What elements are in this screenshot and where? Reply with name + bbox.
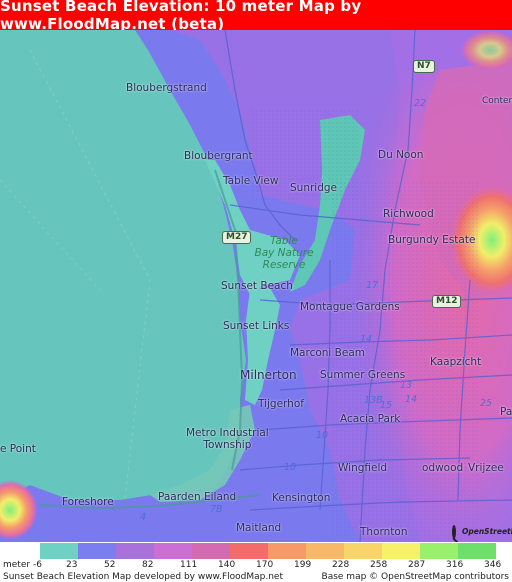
legend-value: 23 [66,560,78,570]
road-number: 14 [360,334,373,345]
place-label-paarden-eiland: Paarden Eiland [158,491,237,503]
road-number: 15 [380,400,393,411]
footer-credit: Sunset Beach Elevation Map developed by … [3,572,283,582]
legend-unit-label: meter -6 [3,560,42,570]
legend-value: 346 [484,560,502,570]
legend-swatch [40,543,78,559]
place-label-pa: Pa [500,406,512,418]
legend-value: 170 [256,560,274,570]
place-label-acacia-park: Acacia Park [340,413,401,425]
place-label-odwood: odwood [422,462,464,474]
road-number: 13 [400,380,413,391]
legend-labels: 23 52 82 111 140 170 199 228 258 287 316 346 [0,560,512,572]
legend-swatches [40,543,496,559]
road-shield-m12: M12 [432,295,462,308]
page-title: Sunset Beach Elevation: 10 meter Map by … [0,0,362,33]
place-label-summer-greens: Summer Greens [320,369,406,381]
legend-value: 199 [294,560,312,570]
legend-value: 111 [180,560,198,570]
place-label-sunset-links: Sunset Links [223,320,290,332]
legend-swatch [420,543,458,559]
legend-swatch [458,543,496,559]
place-label-table-view: Table View [223,175,279,187]
road-number: 17 [366,280,379,291]
legend-value: 228 [332,560,350,570]
place-label-sunset-beach: Sunset Beach [221,280,293,292]
place-label-kensington: Kensington [272,492,331,504]
road-number: 7B [210,504,223,515]
road-number: 14 [405,394,418,405]
place-label-montague-gardens: Montague Gardens [300,301,400,313]
legend-value: 258 [370,560,388,570]
legend-swatch [382,543,420,559]
road-shield-n7: N7 [413,60,435,73]
place-label-milnerton: Milnerton [240,368,297,382]
place-label-nature-reserve: Table Bay Nature Reserve [254,235,314,271]
place-label-kaapzicht: Kaapzicht [430,356,482,368]
legend-swatch [344,543,382,559]
place-label-bloubergrant: Bloubergrant [184,150,253,162]
place-label-metro-industrial: Metro Industrial Township [186,427,269,451]
legend-unit: meter [3,560,31,570]
elevation-legend: 23 52 82 111 140 170 199 228 258 287 316 346 meter … [0,542,512,582]
place-label-du-noon: Du Noon [378,149,424,161]
place-label-sunridge: Sunridge [290,182,337,194]
legend-value: 140 [218,560,236,570]
place-label-maitland: Maitland [236,522,282,534]
place-label-tijgerhof: Tijgerhof [258,398,304,410]
place-label-richwood: Richwood [383,208,434,220]
road-number: 10 [284,462,297,473]
place-label-vrijzee: Vrijzee [468,462,504,474]
footer-attribution: Base map © OpenStreetMap contributors [321,572,509,582]
place-label-bloubergstrand: Bloubergstrand [126,82,207,94]
place-label-marconi-beam: Marconi Beam [290,347,366,359]
legend-swatch [306,543,344,559]
legend-swatch [116,543,154,559]
legend-value: 52 [104,560,116,570]
road-number: 4 [140,512,147,523]
road-number: 10 [316,430,329,441]
legend-value: 316 [446,560,464,570]
place-label-mouille-point: e Point [0,443,36,455]
legend-start-value: -6 [32,560,42,570]
road-number: 25 [480,398,493,409]
legend-swatch [78,543,116,559]
legend-swatch [192,543,230,559]
legend-value: 287 [408,560,426,570]
place-label-thornton: Thornton [360,526,408,538]
place-label-foreshore: Foreshore [62,496,114,508]
place-label-burgundy-estate: Burgundy Estate [388,234,476,246]
legend-swatch [230,543,268,559]
place-label-wingfield: Wingfield [338,462,388,474]
road-number: 22 [414,98,427,109]
legend-value: 82 [142,560,154,570]
place-label-conterma: Conterma [482,96,512,106]
osm-attribution-logo: OpenStreetMap [452,521,512,542]
legend-swatch [268,543,306,559]
elevation-map[interactable]: Bloubergstrand Bloubergrant Table View S… [0,30,512,542]
magnifier-icon [452,524,456,539]
title-bar: Sunset Beach Elevation: 10 meter Map by … [0,0,512,33]
osm-logo-text: OpenStreetMap [462,527,512,536]
road-shield-m27: M27 [222,231,252,244]
legend-swatch [154,543,192,559]
